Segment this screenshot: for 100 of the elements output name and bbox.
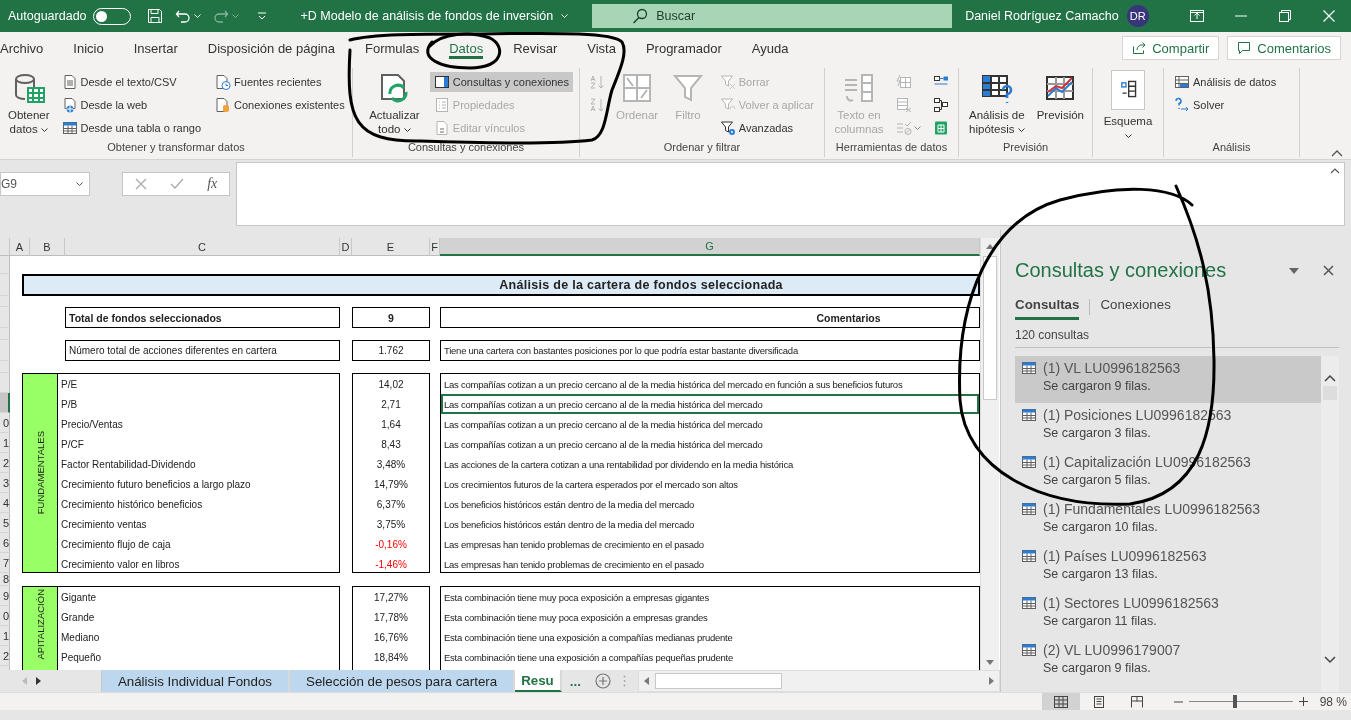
table-cell[interactable]: Las acciones de la cartera cotizan a una rentabilidad por dividendo en la media histórica — [441, 454, 979, 474]
collapse-icon[interactable] — [1331, 149, 1343, 157]
column-header[interactable]: E — [352, 238, 430, 256]
redo-icon[interactable] — [212, 8, 229, 24]
add-sheet-icon[interactable] — [594, 673, 611, 689]
ribbon-button[interactable]: Obtener datos — [6, 68, 52, 141]
table-cell[interactable]: Esta combinación tiene muy poca exposición a empresas grandes — [441, 607, 979, 627]
row-header[interactable]: 2 — [0, 646, 10, 666]
row-header[interactable]: 1 — [0, 626, 10, 646]
ribbon-button[interactable]: Análisis de hipótesis — [965, 68, 1029, 141]
row-header[interactable]: 8 — [0, 573, 10, 586]
check-icon[interactable] — [169, 178, 184, 190]
table-cell[interactable]: Esta combinación tiene una exposición a compañías medianas prudente — [441, 627, 979, 647]
more-sheets-button[interactable]: ... — [561, 670, 589, 692]
table-cell[interactable]: Los beneficios históricos están dentro de la media del mercado — [441, 514, 979, 534]
row-header[interactable]: 4 — [0, 493, 10, 513]
table-cell[interactable]: Las empresas han tenido problemas de crecimiento en el pasado — [441, 554, 979, 572]
document-title[interactable]: +D Modelo de análisis de fondos de inversión — [300, 9, 569, 23]
ribbon-tab[interactable]: Inicio — [58, 32, 119, 64]
table-cell[interactable]: Las compañías cotizan a un precio cercano al de la media histórica del mercado — [441, 434, 979, 454]
ribbon-tab[interactable]: Revisar — [498, 32, 573, 64]
table-cell[interactable]: Las compañías cotizan a un precio cercano al de la media histórica del mercado — [441, 394, 979, 414]
dropdown-icon[interactable] — [1289, 267, 1299, 274]
query-item[interactable]: (1) Países LU0996182563 Se cargaron 13 filas. — [1015, 544, 1321, 591]
ribbon-tab[interactable]: Archivo — [0, 32, 59, 64]
row-header[interactable] — [0, 393, 10, 413]
row-header[interactable]: 0 — [0, 606, 10, 626]
ribbon-display-icon[interactable] — [1190, 10, 1204, 22]
sheet-tab[interactable]: Análisis Individual Fondos — [101, 670, 290, 692]
row-header[interactable]: 0 — [0, 413, 10, 433]
save-icon[interactable] — [146, 8, 163, 24]
table-cell[interactable]: Esta combinación tiene muy poca exposición a empresas gigantes — [441, 587, 979, 607]
ribbon-tab[interactable]: Ayuda — [736, 32, 804, 64]
query-item[interactable]: (1) VL LU0996182563 Se cargaron 9 filas. — [1015, 356, 1321, 403]
zoom-out-icon[interactable] — [1173, 700, 1183, 703]
row-header[interactable]: 9 — [0, 586, 10, 606]
normal-view-button[interactable] — [1041, 693, 1080, 710]
close-icon[interactable] — [1322, 265, 1334, 276]
zoom-in-icon[interactable] — [1298, 697, 1308, 706]
ribbon-button[interactable]: Consultas y conexiones — [429, 72, 573, 92]
query-item[interactable]: (1) Sectores LU0996182563 Se cargaron 11 filas. — [1015, 591, 1321, 638]
pane-tab[interactable]: Conexiones — [1100, 294, 1171, 320]
column-header[interactable]: A — [10, 238, 30, 256]
scroll-up-icon[interactable] — [1324, 374, 1336, 382]
list-scrollbar[interactable] — [1321, 356, 1339, 692]
scroll-up-icon[interactable] — [986, 243, 994, 249]
zoom-level[interactable]: 98 % — [1319, 694, 1347, 709]
table-cell[interactable]: Las compañías cotizan a un precio cercano al de la media histórica del mercado — [441, 414, 979, 434]
table-cell[interactable]: Los crecimientos futuros de la cartera esperados por el mercado son altos — [441, 474, 979, 494]
ribbon-button[interactable]: Desde la web — [57, 95, 206, 115]
ribbon-button[interactable]: Previsión — [1034, 68, 1086, 141]
row-header[interactable]: 6 — [0, 533, 10, 553]
table-cell[interactable]: Esta combinación tiene una exposición a compañías pequeñas prudente — [441, 647, 979, 667]
horizontal-scrollbar[interactable] — [637, 670, 1000, 692]
ribbon-button[interactable]: Solver — [1170, 95, 1281, 115]
search-field[interactable]: Buscar — [592, 4, 953, 28]
row-header[interactable]: 1 — [0, 433, 10, 453]
query-item[interactable]: (2) VL LU0996179007 Se cargaron 9 filas. — [1015, 638, 1321, 685]
ribbon-button[interactable]: Fuentes recientes — [211, 72, 349, 92]
ribbon-tab[interactable]: Datos — [434, 32, 499, 64]
row-header[interactable]: 7 — [0, 553, 10, 573]
ribbon-button[interactable]: Avanzadas — [715, 118, 818, 138]
column-header[interactable]: B — [30, 238, 65, 256]
next-sheet-icon[interactable] — [36, 677, 42, 685]
row-header[interactable]: 2 — [0, 453, 10, 473]
comments-button[interactable]: Comentarios — [1227, 36, 1341, 60]
name-box[interactable]: G9 — [0, 172, 90, 196]
table-cell[interactable]: Las compañías cotizan a un precio cercano al de la media histórica del mercado en función a sus beneficios futuros — [441, 374, 979, 394]
scroll-down-icon[interactable] — [986, 659, 994, 665]
row-header[interactable]: 5 — [0, 513, 10, 533]
row-header[interactable]: 3 — [0, 473, 10, 493]
ribbon-button[interactable]: Conexiones existentes — [211, 95, 349, 115]
column-header[interactable]: C — [65, 238, 340, 256]
ribbon-tab[interactable]: Formulas — [350, 32, 435, 64]
scroll-right-icon[interactable] — [988, 677, 994, 685]
query-item[interactable]: (1) Fundamentales LU0996182563 Se cargaron 10 filas. — [1015, 497, 1321, 544]
ribbon-tab[interactable]: Programador — [630, 32, 737, 64]
formula-input[interactable] — [236, 162, 1345, 226]
customize-icon[interactable] — [256, 11, 267, 21]
ribbon-button[interactable]: Desde el texto/CSV — [57, 72, 206, 92]
scroll-down-icon[interactable] — [1324, 656, 1336, 664]
column-header[interactable]: F — [430, 238, 440, 256]
ribbon-button[interactable]: Desde una tabla o rango — [57, 118, 206, 138]
pane-tab[interactable]: Consultas — [1015, 294, 1080, 320]
sheet-tab[interactable]: Resu — [515, 670, 562, 692]
restore-icon[interactable] — [1279, 10, 1291, 22]
column-header[interactable]: G — [440, 238, 980, 256]
user-avatar[interactable]: DR — [1126, 5, 1149, 27]
scroll-thumb[interactable] — [983, 256, 997, 400]
ribbon-button[interactable]: Esquema — [1099, 68, 1157, 144]
share-button[interactable]: Compartir — [1122, 36, 1220, 60]
expand-icon[interactable] — [1330, 167, 1340, 174]
ribbon-tab[interactable]: Vista — [572, 32, 631, 64]
table-cell[interactable]: Los beneficios históricos están dentro de la media del mercado — [441, 494, 979, 514]
ribbon-button[interactable]: Actualizar todo — [365, 68, 424, 141]
column-header[interactable]: D — [340, 238, 352, 256]
table-cell[interactable]: Las empresas han tenido problemas de crecimiento en el pasado — [441, 534, 979, 554]
vertical-scrollbar[interactable] — [980, 238, 999, 670]
ribbon-tab[interactable]: Insertar — [118, 32, 193, 64]
scroll-left-icon[interactable] — [644, 677, 650, 685]
